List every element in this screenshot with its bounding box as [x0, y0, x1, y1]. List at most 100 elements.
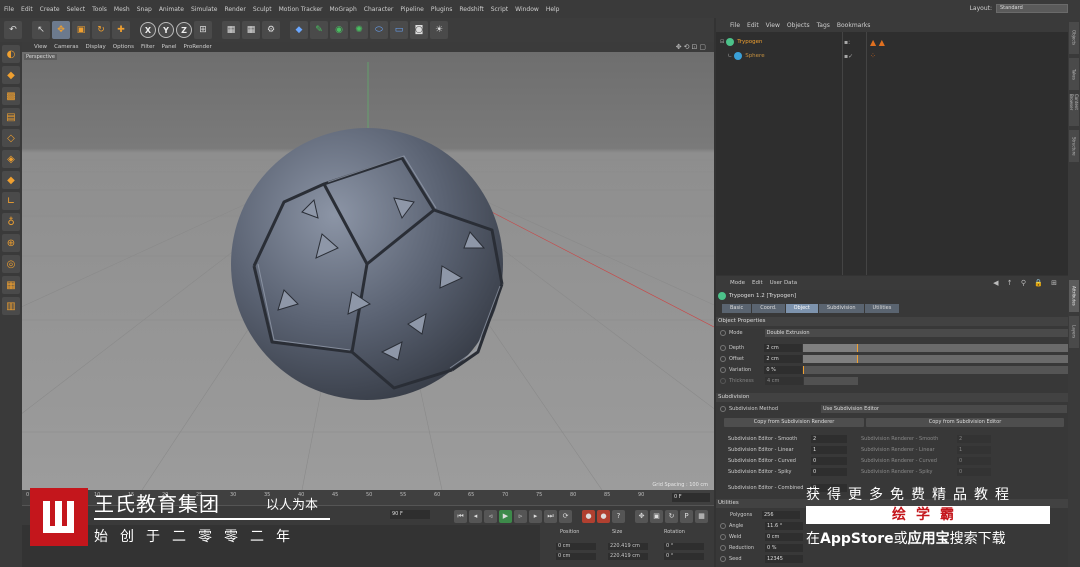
range-end-field[interactable]: 90 F	[390, 510, 430, 519]
recent-tool-icon[interactable]: ✚	[112, 21, 130, 39]
live-selection-icon[interactable]: ↖	[32, 21, 50, 39]
go-to-end-icon[interactable]: ⏭	[544, 509, 557, 523]
visibility-toggle-icon[interactable]: ▪:	[844, 39, 850, 46]
pen-spline-icon[interactable]: ✎	[310, 21, 328, 39]
key-position-icon[interactable]: ✥	[635, 509, 648, 523]
side-tab-objects[interactable]: Objects	[1069, 22, 1079, 54]
copy-from-editor-button[interactable]: Copy from Subdivision Editor	[866, 418, 1064, 427]
rot-h-field[interactable]: 0 °	[664, 543, 704, 550]
vp-menu-view[interactable]: View	[34, 44, 47, 50]
side-tab-takes[interactable]: Takes	[1069, 58, 1079, 90]
material-tag-icon[interactable]: ⁘	[870, 52, 876, 60]
light-icon[interactable]: ☀	[430, 21, 448, 39]
scale-tool-icon[interactable]: ▣	[72, 21, 90, 39]
cloner-icon[interactable]: ✺	[350, 21, 368, 39]
subdiv-method-dropdown[interactable]: Use Subdivision Editor	[821, 404, 1067, 413]
menu-redshift[interactable]: Redshift	[459, 6, 483, 13]
thickness-field[interactable]: 4 cm	[765, 376, 803, 385]
warning-tag-icon[interactable]: ▲ ▲	[870, 38, 885, 47]
vp-menu-panel[interactable]: Panel	[162, 44, 177, 50]
next-frame-icon[interactable]: ▹	[514, 509, 527, 523]
depth-slider[interactable]	[802, 343, 1068, 352]
grid-icon[interactable]: ▥	[2, 297, 20, 315]
menu-simulate[interactable]: Simulate	[191, 6, 218, 13]
tab-basic[interactable]: Basic	[722, 304, 752, 313]
menu-file[interactable]: File	[4, 6, 14, 13]
prev-frame-icon[interactable]: ◃	[484, 509, 497, 523]
menu-plugins[interactable]: Plugins	[431, 6, 453, 13]
rot-p-field[interactable]: 0 °	[664, 553, 704, 560]
am-menu-edit[interactable]: Edit	[752, 280, 763, 286]
side-tab-attributes[interactable]: Attributes	[1069, 280, 1079, 312]
key-pla-icon[interactable]: ▦	[695, 509, 708, 523]
workplane-icon[interactable]: ▤	[2, 108, 20, 126]
keyframe-selection-icon[interactable]: ?	[612, 509, 625, 523]
z-axis-lock-icon[interactable]: Z	[176, 22, 192, 38]
layout-dropdown[interactable]: Standard	[996, 4, 1068, 13]
subdiv-editor-curved-field[interactable]: 0	[811, 456, 847, 465]
tab-utilities[interactable]: Utilities	[864, 304, 900, 313]
variation-field[interactable]: 0 %	[764, 365, 802, 374]
side-tab-layers[interactable]: Layers	[1069, 316, 1079, 348]
solo-icon[interactable]: ◎	[2, 255, 20, 273]
make-editable-icon[interactable]: ◐	[2, 45, 20, 63]
loop-icon[interactable]: ⟳	[559, 509, 572, 523]
menu-create[interactable]: Create	[40, 6, 60, 13]
render-view-icon[interactable]: ▦	[222, 21, 240, 39]
keyframe-dot[interactable]	[720, 533, 726, 540]
deformer-icon[interactable]: ⬭	[370, 21, 388, 39]
vp-menu-cameras[interactable]: Cameras	[54, 44, 78, 50]
om-menu-objects[interactable]: Objects	[787, 22, 810, 29]
move-tool-icon[interactable]: ✥	[52, 21, 70, 39]
floor-icon[interactable]: ▭	[390, 21, 408, 39]
size-x-field[interactable]: 220.419 cm	[608, 543, 648, 550]
subdiv-editor-spiky-field[interactable]: 0	[811, 467, 847, 476]
object-row-trypogen[interactable]: ⊟ Trypogen ▪: ▲ ▲	[716, 36, 1068, 48]
menu-window[interactable]: Window	[515, 6, 539, 13]
variation-slider[interactable]	[802, 365, 1068, 374]
menu-mesh[interactable]: Mesh	[114, 6, 130, 13]
pos-y-field[interactable]: 0 cm	[556, 553, 596, 560]
tab-object[interactable]: Object	[785, 304, 818, 313]
camera-icon[interactable]: ◙	[410, 21, 428, 39]
polygons-mode-icon[interactable]: ◆	[2, 171, 20, 189]
size-y-field[interactable]: 220.419 cm	[608, 553, 648, 560]
vp-menu-filter[interactable]: Filter	[141, 44, 155, 50]
om-menu-view[interactable]: View	[766, 22, 780, 29]
prev-key-icon[interactable]: ◂	[469, 509, 482, 523]
edges-mode-icon[interactable]: ◈	[2, 150, 20, 168]
seed-field[interactable]: 12345	[765, 554, 803, 563]
subdiv-renderer-curved-field[interactable]: 0	[957, 456, 991, 465]
subdiv-renderer-smooth-field[interactable]: 2	[957, 434, 991, 443]
menu-character[interactable]: Character	[364, 6, 394, 13]
keyframe-dot[interactable]	[720, 377, 726, 384]
reduction-field[interactable]: 0 %	[765, 543, 803, 552]
offset-field[interactable]: 2 cm	[764, 354, 802, 363]
viewport-nav-icons[interactable]: ✥⟲⊡▢	[676, 43, 708, 51]
vp-menu-options[interactable]: Options	[113, 44, 134, 50]
menu-script[interactable]: Script	[491, 6, 508, 13]
keyframe-dot[interactable]	[720, 355, 726, 362]
tab-coord[interactable]: Coord.	[752, 304, 785, 313]
vp-menu-display[interactable]: Display	[86, 44, 106, 50]
subdivision-surface-icon[interactable]: ◉	[330, 21, 348, 39]
undo-icon[interactable]: ↶	[4, 21, 22, 39]
current-frame-field[interactable]: 0 F	[672, 493, 710, 502]
3d-viewport[interactable]: Perspective Grid Spacing : 100 cm	[22, 52, 714, 490]
side-tab-content-browser[interactable]: Content Browser	[1069, 94, 1079, 126]
menu-animate[interactable]: Animate	[159, 6, 184, 13]
subdiv-renderer-linear-field[interactable]: 1	[957, 445, 991, 454]
om-menu-file[interactable]: File	[730, 22, 740, 29]
key-param-icon[interactable]: P	[680, 509, 693, 523]
keyframe-dot[interactable]	[720, 555, 726, 562]
menu-mograph[interactable]: MoGraph	[330, 6, 357, 13]
subdiv-editor-smooth-field[interactable]: 2	[811, 434, 847, 443]
model-mode-icon[interactable]: ◆	[2, 66, 20, 84]
menu-pipeline[interactable]: Pipeline	[400, 6, 423, 13]
go-to-start-icon[interactable]: ⏮	[454, 509, 467, 523]
subdiv-editor-linear-field[interactable]: 1	[811, 445, 847, 454]
visibility-toggle-icon[interactable]: ▪✓	[844, 53, 853, 60]
depth-field[interactable]: 2 cm	[764, 343, 802, 352]
record-icon[interactable]: ●	[582, 509, 595, 523]
keyframe-dot[interactable]	[720, 544, 726, 551]
